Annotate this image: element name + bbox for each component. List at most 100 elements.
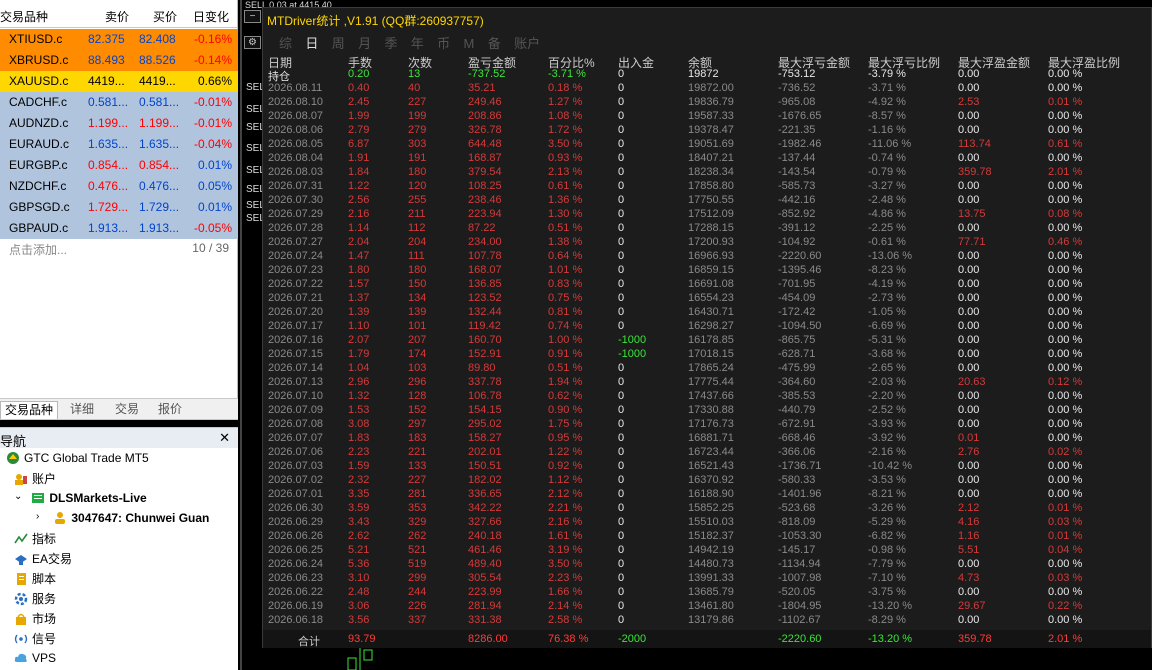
cell-col-3: 202.01 xyxy=(468,446,502,458)
cell-col-1: 1.39 xyxy=(348,306,370,318)
tab-summary[interactable]: 综 xyxy=(279,33,292,52)
cell-col-2: 244 xyxy=(408,586,427,598)
chart-splitter[interactable] xyxy=(240,0,242,670)
header-ask[interactable]: 买价 xyxy=(153,8,177,25)
tab-currency[interactable]: 币 xyxy=(437,33,450,52)
nav-item-server[interactable]: ⌄ DLSMarkets-Live xyxy=(14,490,147,510)
cell-col-2: 204 xyxy=(408,236,427,248)
cell-col-4: -3.71 % xyxy=(548,68,586,80)
nav-item-platform[interactable]: GTC Global Trade MT5 xyxy=(6,450,149,470)
cell-col-10: 0.00 % xyxy=(1048,110,1083,122)
nav-item-scripts[interactable]: 脚本 xyxy=(14,570,56,590)
chevron-down-icon[interactable]: ⌄ xyxy=(14,491,24,505)
cell-col-9: 0.00 xyxy=(958,390,980,402)
cell-col-10: 0.00 % xyxy=(1048,194,1083,206)
cell-col-3: 249.46 xyxy=(468,96,502,108)
bid-price: 1.199... xyxy=(88,116,129,130)
tab-account[interactable]: 账户 xyxy=(514,33,540,52)
cell-col-9: 4.73 xyxy=(958,572,980,584)
cell-col-5: 0 xyxy=(618,558,625,570)
symbol-row[interactable]: XTIUSD.c 82.375 82.408 -0.16% xyxy=(0,29,238,50)
cell-col-9: 5.51 xyxy=(958,544,980,556)
ask-price: 1.913... xyxy=(139,221,180,235)
cell-col-7: -1676.65 xyxy=(778,110,822,122)
navigator-title-bar: 导航 ✕ xyxy=(0,428,238,449)
nav-item-indicators[interactable]: 指标 xyxy=(14,530,56,550)
symbol-row[interactable]: XAUUSD.c 4419... 4419... 0.66% xyxy=(0,71,238,92)
cell-col-9: 0.00 xyxy=(958,110,980,122)
tab-monthly[interactable]: 月 xyxy=(358,33,371,52)
cell-col-6: 15182.37 xyxy=(688,530,734,542)
market-watch-header: 交易品种 卖价 买价 日变化 xyxy=(0,0,238,28)
symbol-row[interactable]: AUDNZD.c 1.199... 1.199... -0.01% xyxy=(0,113,238,134)
cell-col-4: 0.92 % xyxy=(548,460,583,472)
symbol-row[interactable]: EURAUD.c 1.635... 1.635... -0.04% xyxy=(0,134,238,155)
signals-icon xyxy=(14,632,28,646)
cell-col-5: 0 xyxy=(618,530,625,542)
cell-col-10: 0.01 % xyxy=(1048,96,1083,108)
symbol-row[interactable]: GBPSGD.c 1.729... 1.729... 0.01% xyxy=(0,197,238,218)
tab-daily[interactable]: 日 xyxy=(305,33,318,52)
cell-col-7: -701.95 xyxy=(778,278,816,290)
cell-col-7: -628.71 xyxy=(778,348,816,360)
panel-titlebar[interactable]: MTDriver统计 ,V1.91 (QQ群:260937757) xyxy=(263,8,1151,30)
header-bid[interactable]: 卖价 xyxy=(105,8,129,25)
tab-details[interactable]: 详细 xyxy=(66,401,98,419)
nav-label: VPS xyxy=(32,650,57,665)
market-watch-tabs: 交易品种 详细 交易 报价 xyxy=(0,398,238,420)
table-row: 2026.08.05 6.87 303 644.48 3.50 % 0 19051.69 -1… xyxy=(263,138,1151,152)
cell-col-5: 0 xyxy=(618,166,625,178)
nav-item-expert-advisors[interactable]: EA交易 xyxy=(14,550,72,570)
cell-col-8: -2.48 % xyxy=(868,194,906,206)
nav-item-vps[interactable]: VPS xyxy=(14,650,56,670)
nav-item-services[interactable]: 服务 xyxy=(14,590,56,610)
chevron-right-icon[interactable]: › xyxy=(36,511,46,525)
tab-symbols[interactable]: 交易品种 xyxy=(0,401,59,419)
cell-col-3: 168.07 xyxy=(468,264,502,276)
cell-col-5: 0 xyxy=(618,110,625,122)
cell-col-7: -2220.60 xyxy=(778,250,822,262)
collapse-button[interactable]: − xyxy=(244,10,261,23)
ask-price: 82.408 xyxy=(139,32,176,46)
daily-change: -0.01% xyxy=(193,116,232,130)
cell-col-4: 1.01 % xyxy=(548,264,583,276)
settings-button[interactable]: ⚙ xyxy=(244,36,261,49)
cell-col-8: -7.10 % xyxy=(868,572,906,584)
cell-col-2: 521 xyxy=(408,544,427,556)
cell-col-1: 1.32 xyxy=(348,390,370,402)
cell-col-5: 0 xyxy=(618,432,625,444)
symbol-row[interactable]: EURGBP.c 0.854... 0.854... 0.01% xyxy=(0,155,238,176)
symbol-row[interactable]: GBPAUD.c 1.913... 1.913... -0.05% xyxy=(0,218,238,239)
cell-col-7: -585.73 xyxy=(778,180,816,192)
cell-col-2: 128 xyxy=(408,390,427,402)
ask-price: 1.635... xyxy=(139,137,180,151)
symbol-row[interactable]: CADCHF.c 0.581... 0.581... -0.01% xyxy=(0,92,238,113)
cell-col-3: 644.48 xyxy=(468,138,502,150)
cell-col-10: 0.00 % xyxy=(1048,152,1083,164)
tab-ticks[interactable]: 报价 xyxy=(154,401,186,419)
tab-trading[interactable]: 交易 xyxy=(111,401,143,419)
symbol-row[interactable]: NZDCHF.c 0.476... 0.476... 0.05% xyxy=(0,176,238,197)
cell-col-8: -2.65 % xyxy=(868,362,906,374)
tab-notes[interactable]: 备 xyxy=(488,33,501,52)
close-icon[interactable]: ✕ xyxy=(219,430,230,446)
add-symbol-link[interactable]: 点击添加... xyxy=(9,241,67,258)
cell-col-8: -7.79 % xyxy=(868,558,906,570)
nav-item-market[interactable]: 市场 xyxy=(14,610,56,630)
tab-quarterly[interactable]: 季 xyxy=(384,33,397,52)
cell-col-3: 107.78 xyxy=(468,250,502,262)
symbol-row[interactable]: XBRUSD.c 88.493 88.526 -0.14% xyxy=(0,50,238,71)
nav-item-signals[interactable]: 信号 xyxy=(14,630,56,650)
nav-item-accounts[interactable]: 账户 xyxy=(14,470,56,490)
cell-col-7: -1736.71 xyxy=(778,460,822,472)
cell-col-1: 2.07 xyxy=(348,334,370,346)
tab-yearly[interactable]: 年 xyxy=(411,33,424,52)
cell-col-10: 0.03 % xyxy=(1048,572,1083,584)
tab-weekly[interactable]: 周 xyxy=(332,33,345,52)
header-change[interactable]: 日变化 xyxy=(193,8,229,25)
nav-item-user[interactable]: › 3047647: Chunwei Guan xyxy=(36,510,209,530)
header-symbol[interactable]: 交易品种 xyxy=(0,8,48,25)
cell-col-3: 223.94 xyxy=(468,208,502,220)
tab-m[interactable]: M xyxy=(464,36,475,51)
mtdriver-stats-panel[interactable]: MTDriver统计 ,V1.91 (QQ群:260937757) 综 日 周 … xyxy=(262,7,1152,648)
